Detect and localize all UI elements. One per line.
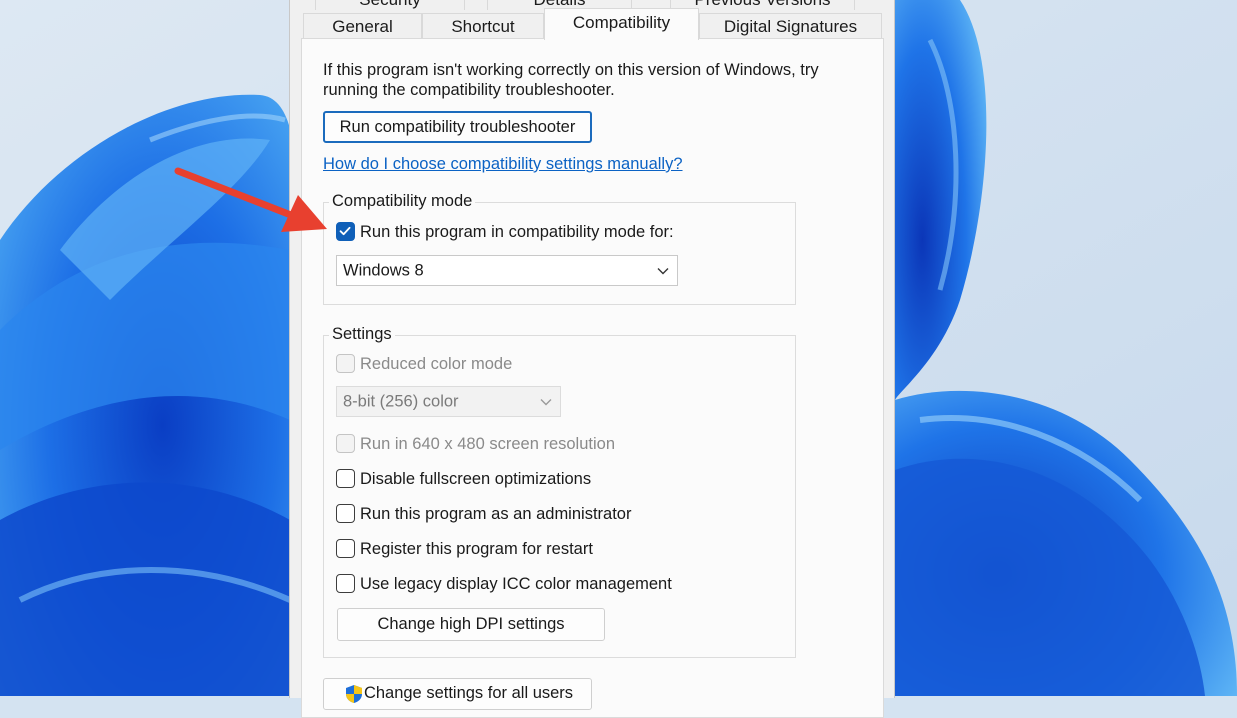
tab-label: Compatibility (572, 13, 671, 32)
tab-compatibility[interactable]: Compatibility (544, 8, 699, 40)
annotation-arrow-icon (174, 167, 327, 232)
